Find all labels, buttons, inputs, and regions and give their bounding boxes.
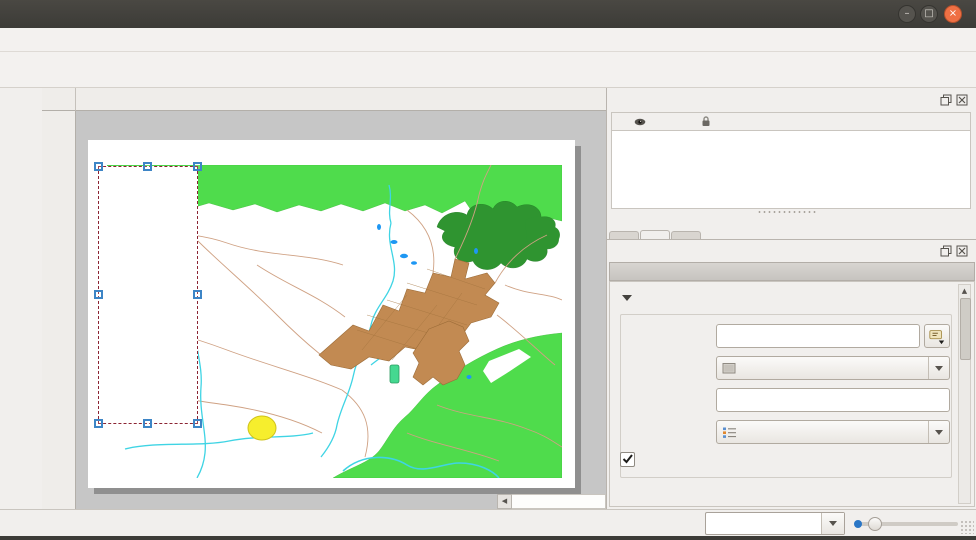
right-panel: ▲ <box>606 88 976 509</box>
statusbar <box>0 509 976 536</box>
horizontal-scrollbar[interactable]: ◀ <box>497 494 606 509</box>
dropdown-arrow-icon <box>928 421 949 443</box>
layout-canvas[interactable]: ◀ <box>42 88 606 509</box>
scroll-up-arrow[interactable]: ▲ <box>959 285 970 297</box>
selection-handle-n[interactable] <box>143 162 152 171</box>
properties-panel-titlebar <box>607 241 976 261</box>
map-select[interactable] <box>716 356 950 380</box>
close-panel-icon[interactable] <box>956 94 968 106</box>
arrangement-field-row <box>620 420 950 444</box>
legend-item[interactable] <box>98 166 198 424</box>
float-panel-icon[interactable] <box>940 94 952 106</box>
zoom-slider-min-dot <box>854 520 862 528</box>
wrap-field-row <box>620 388 950 412</box>
zoom-slider-handle[interactable] <box>868 517 882 531</box>
main-toolbar <box>0 52 976 88</box>
vertical-ruler <box>42 110 76 509</box>
window-resize-grip[interactable] <box>960 520 974 534</box>
scroll-track[interactable] <box>512 494 606 509</box>
scroll-thumb[interactable] <box>960 298 971 360</box>
arrangement-select[interactable] <box>716 420 950 444</box>
menubar <box>0 28 976 52</box>
selection-handle-s[interactable] <box>143 419 152 428</box>
scroll-left-arrow[interactable]: ◀ <box>497 494 512 509</box>
main-properties-section[interactable] <box>622 292 638 307</box>
reservoir-area <box>390 365 399 383</box>
zoom-dropdown-arrow[interactable] <box>821 513 844 534</box>
yellow-ellipse-item[interactable] <box>248 416 276 440</box>
items-panel-titlebar <box>607 90 976 110</box>
close-button[interactable]: × <box>944 5 962 23</box>
selection-handle-se[interactable] <box>193 419 202 428</box>
selection-handle-sw[interactable] <box>94 419 103 428</box>
title-field-row <box>620 324 950 348</box>
map-field-row <box>620 356 950 380</box>
panel-splitter[interactable] <box>757 210 817 214</box>
data-defined-override-button[interactable] <box>924 324 950 348</box>
left-toolbar <box>0 88 42 536</box>
ruler-corner <box>42 88 76 111</box>
layout-page <box>88 140 575 488</box>
zoom-slider[interactable] <box>856 522 958 526</box>
tab-guides[interactable] <box>671 231 701 239</box>
selection-handle-nw[interactable] <box>94 162 103 171</box>
resize-checkbox[interactable] <box>620 452 635 467</box>
minimize-button[interactable]: – <box>898 5 916 23</box>
symbols-list-icon <box>722 426 737 439</box>
titlebar: – □ × <box>0 0 976 29</box>
selection-handle-e[interactable] <box>193 290 202 299</box>
close-panel-icon[interactable] <box>956 245 968 257</box>
cursor-coordinates <box>310 515 695 530</box>
wrap-text-input[interactable] <box>716 388 950 412</box>
zoom-level-combo[interactable] <box>705 512 845 535</box>
lock-column-icon <box>700 115 712 127</box>
float-panel-icon[interactable] <box>940 245 952 257</box>
properties-scroll-area: ▲ <box>609 281 975 507</box>
resize-checkbox-row <box>620 452 643 467</box>
tab-layout[interactable] <box>609 231 639 239</box>
visibility-eye-icon <box>634 116 646 128</box>
panel-tabs <box>609 215 701 239</box>
qgis-layout-window: – □ × <box>0 0 976 540</box>
zoom-level-value[interactable] <box>706 513 821 534</box>
dropdown-arrow-icon <box>928 357 949 379</box>
map-item-icon <box>722 362 737 375</box>
items-list <box>611 131 971 209</box>
collapse-triangle-icon <box>622 295 632 306</box>
items-table-header <box>611 112 971 131</box>
selection-handle-w[interactable] <box>94 290 103 299</box>
legend-title-input[interactable] <box>716 324 920 348</box>
horizontal-ruler <box>42 88 606 111</box>
data-defined-icon <box>928 327 946 345</box>
selected-item-header <box>609 262 975 281</box>
maximize-button[interactable]: □ <box>920 5 938 23</box>
selection-handle-ne[interactable] <box>193 162 202 171</box>
vertical-scrollbar[interactable]: ▲ <box>958 284 971 504</box>
window-bottom-border <box>0 536 976 540</box>
